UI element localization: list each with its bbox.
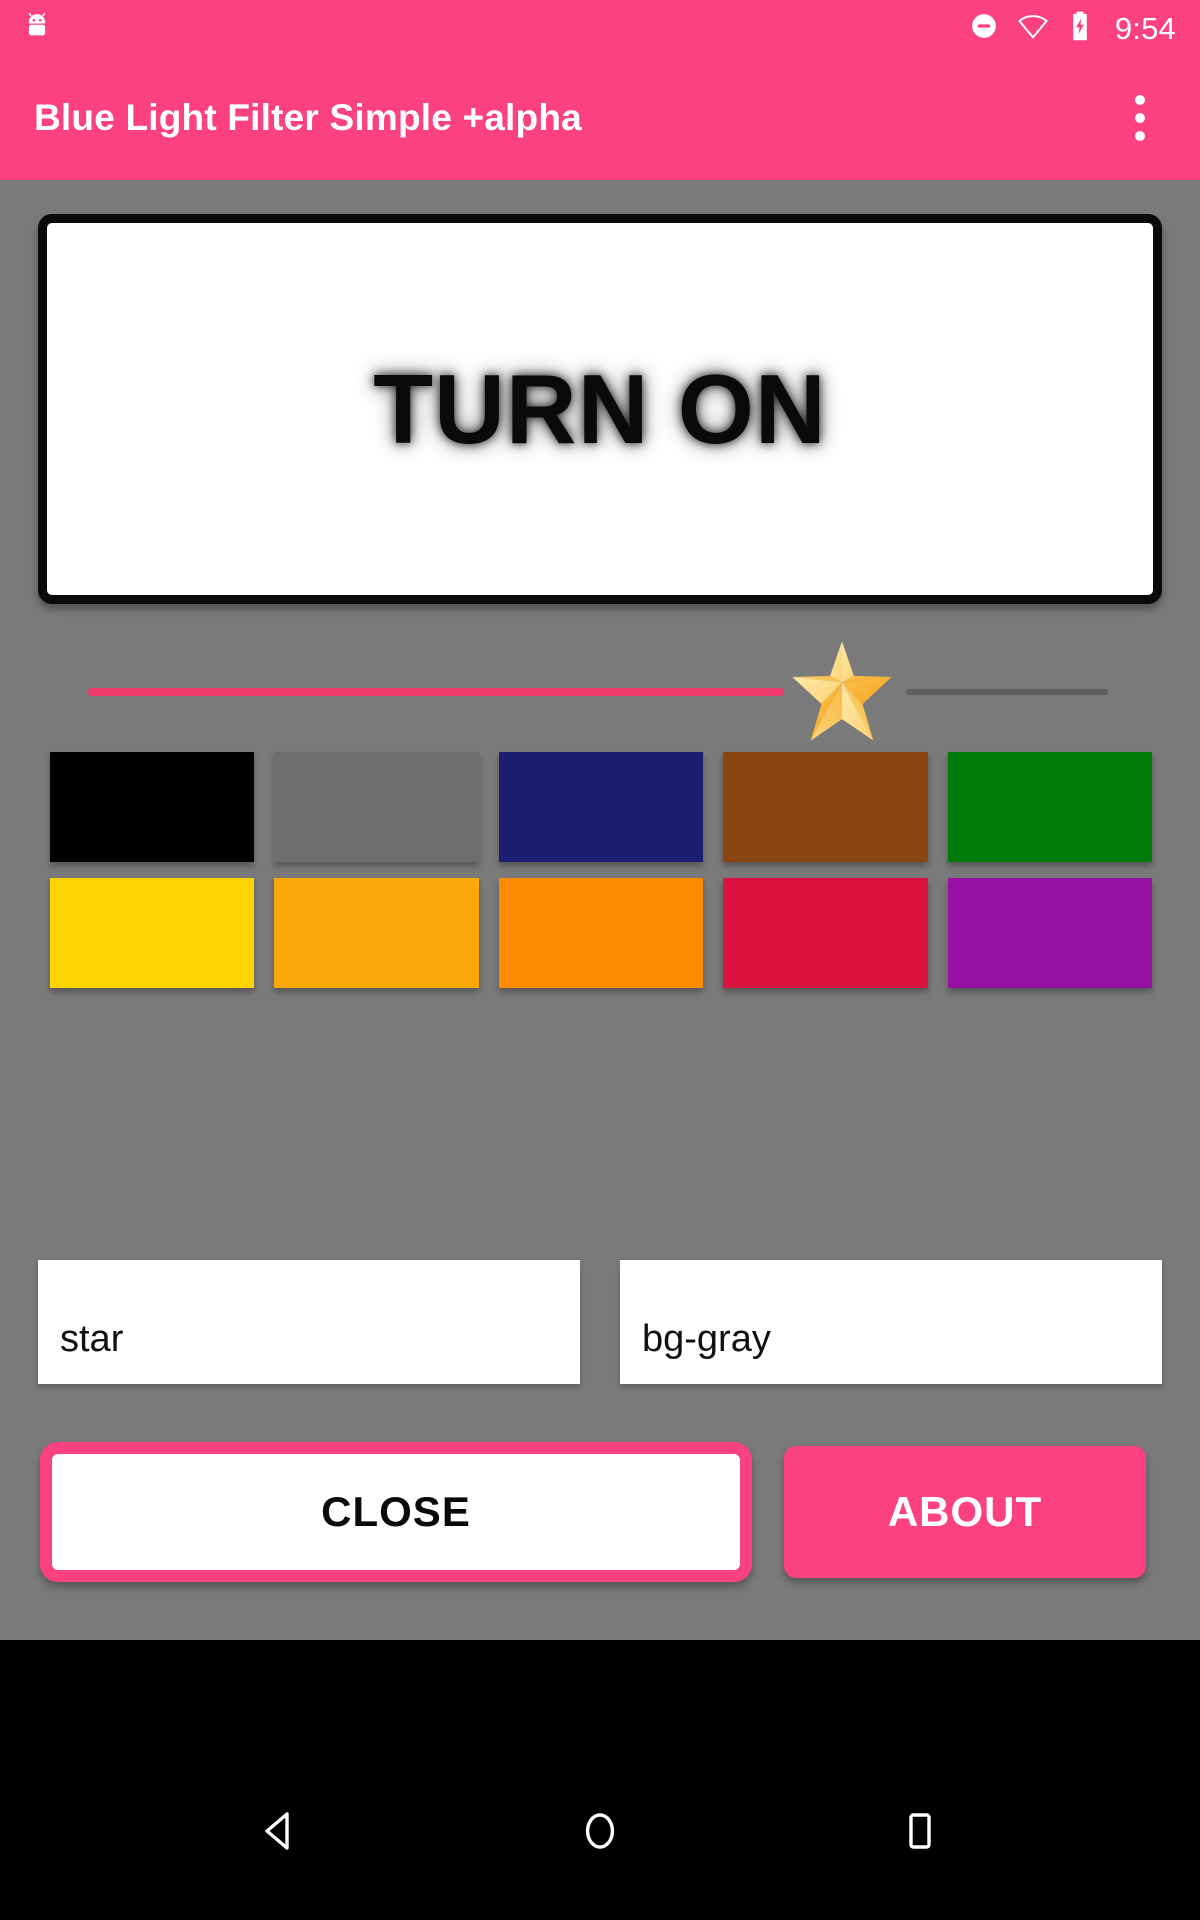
- slider-remaining-track: [906, 689, 1108, 695]
- slider-thumb[interactable]: [780, 634, 904, 752]
- star-field-value: star: [60, 1318, 124, 1360]
- color-swatch-navy[interactable]: [498, 752, 704, 862]
- color-swatch-green[interactable]: [947, 752, 1152, 862]
- bg-gray-field[interactable]: bg-gray: [620, 1260, 1162, 1384]
- star-icon: [788, 639, 896, 748]
- wifi-icon: [1017, 10, 1049, 47]
- status-bar: 9:54: [0, 0, 1200, 56]
- close-button[interactable]: CLOSE: [40, 1442, 752, 1582]
- color-swatch-amber[interactable]: [274, 878, 479, 988]
- star-field[interactable]: star: [38, 1260, 580, 1384]
- battery-charging-icon: [1067, 10, 1093, 47]
- nav-buttons: [0, 1786, 1200, 1876]
- about-button[interactable]: ABOUT: [784, 1446, 1146, 1578]
- phone-screen: 9:54 Blue Light Filter Simple +alpha TUR…: [0, 0, 1200, 1920]
- color-swatch-orange[interactable]: [498, 878, 704, 988]
- color-swatch-purple[interactable]: [947, 878, 1152, 988]
- color-swatch-gray[interactable]: [274, 752, 479, 862]
- home-circle-icon[interactable]: [555, 1786, 645, 1876]
- opacity-slider[interactable]: [0, 632, 1200, 752]
- color-swatch-brown[interactable]: [723, 752, 928, 862]
- turn-on-button[interactable]: TURN ON: [38, 214, 1162, 604]
- text-fields-row: star bg-gray: [38, 1260, 1162, 1384]
- overflow-dot-2: [1135, 113, 1145, 123]
- status-bar-notifications: [0, 11, 52, 46]
- system-navigation-bar: [0, 1640, 1200, 1920]
- action-buttons-row: CLOSE ABOUT: [40, 1442, 1160, 1582]
- color-swatch-grid: [50, 752, 1152, 988]
- overflow-dot-3: [1135, 131, 1145, 141]
- main-content: TURN ON star bg-gray CLOSE ABOUT: [0, 180, 1200, 1640]
- recents-square-icon[interactable]: [875, 1786, 965, 1876]
- page-title: Blue Light Filter Simple +alpha: [34, 97, 582, 138]
- color-swatch-crimson[interactable]: [723, 878, 928, 988]
- status-bar-clock: 9:54: [1114, 10, 1176, 46]
- bg-gray-field-value: bg-gray: [642, 1318, 771, 1360]
- close-button-label: CLOSE: [321, 1488, 471, 1535]
- turn-on-label: TURN ON: [373, 353, 827, 464]
- color-swatch-yellow[interactable]: [50, 878, 255, 988]
- filter-toggle-container: TURN ON: [38, 214, 1162, 604]
- color-swatch-black[interactable]: [50, 752, 255, 862]
- back-triangle-icon[interactable]: [235, 1786, 325, 1876]
- about-button-label: ABOUT: [887, 1488, 1043, 1535]
- overflow-dot-1: [1135, 95, 1145, 105]
- status-bar-system-icons: 9:54: [969, 10, 1200, 47]
- overflow-menu-icon[interactable]: [1112, 80, 1168, 156]
- app-bar: Blue Light Filter Simple +alpha: [0, 56, 1200, 180]
- android-robot-icon: [22, 11, 52, 46]
- do-not-disturb-icon: [969, 11, 999, 46]
- slider-filled-track: [88, 688, 784, 696]
